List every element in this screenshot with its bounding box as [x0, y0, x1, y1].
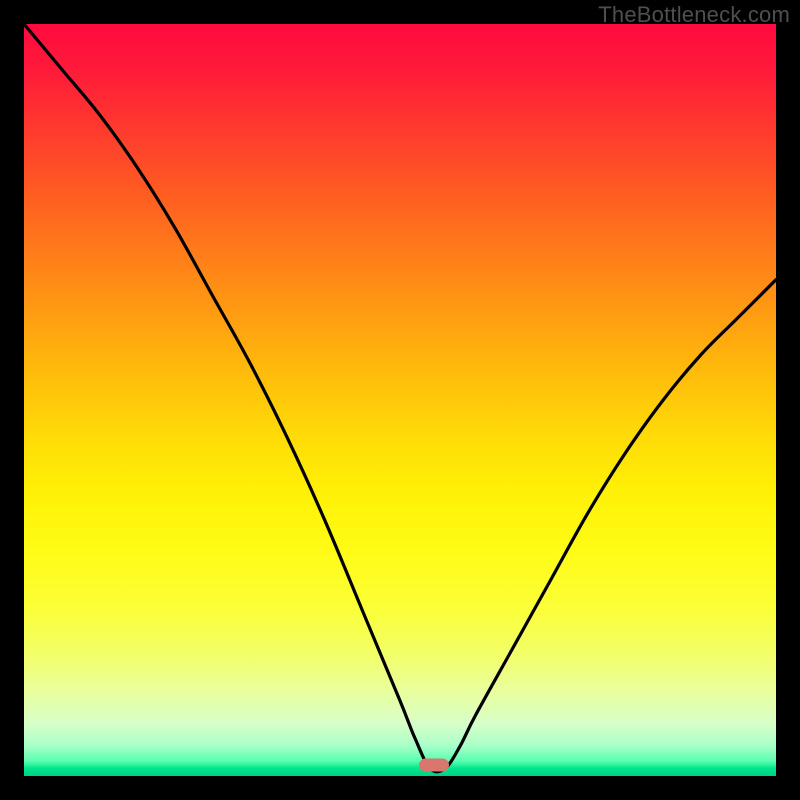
bottleneck-curve [24, 24, 776, 776]
optimal-point-marker [419, 758, 449, 771]
chart-frame: TheBottleneck.com [0, 0, 800, 800]
watermark-text: TheBottleneck.com [598, 2, 790, 28]
plot-area [24, 24, 776, 776]
